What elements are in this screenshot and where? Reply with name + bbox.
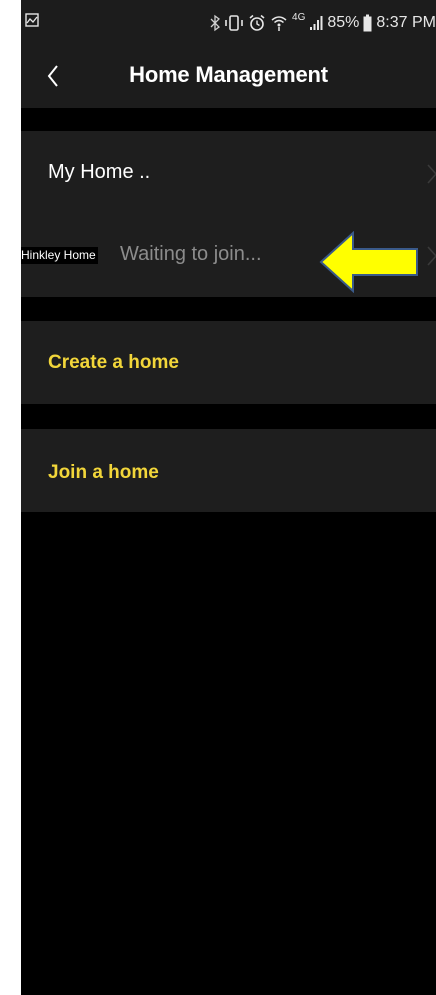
chevron-right-icon	[427, 164, 436, 184]
signal-icon	[310, 16, 323, 30]
vibrate-icon	[225, 15, 243, 31]
phone-screen: 4G 85% 8:37 PM Home Management My Home .…	[21, 0, 436, 995]
page-title: Home Management	[129, 62, 328, 87]
home-item-hinkley-home[interactable]: Hinkley Home Waiting to join...	[21, 215, 436, 299]
alarm-icon	[249, 14, 265, 31]
home-name-overlay: Hinkley Home	[21, 247, 98, 264]
status-bar: 4G 85% 8:37 PM	[21, 0, 436, 46]
battery-percent: 85%	[327, 14, 360, 31]
status-icons: 4G 85% 8:37 PM	[210, 12, 436, 34]
create-home-label: Create a home	[48, 352, 179, 373]
wifi-calling-icon	[271, 16, 287, 31]
create-home-button[interactable]: Create a home	[21, 321, 436, 404]
image-icon	[25, 13, 39, 27]
home-status-waiting: Waiting to join...	[120, 243, 262, 265]
bluetooth-icon	[210, 14, 221, 32]
battery-icon	[363, 14, 372, 32]
join-home-label: Join a home	[48, 462, 159, 483]
network-type: 4G	[292, 11, 306, 23]
chevron-right-icon	[427, 246, 436, 266]
navigation-bar: Home Management	[21, 46, 436, 108]
yellow-arrow-icon	[319, 231, 418, 293]
homes-list: My Home .. Hinkley Home Waiting to join.…	[21, 131, 436, 297]
home-item-my-home[interactable]: My Home ..	[21, 131, 436, 215]
join-home-button[interactable]: Join a home	[21, 429, 436, 512]
status-time: 8:37 PM	[376, 14, 436, 31]
home-item-label: My Home ..	[48, 161, 151, 183]
